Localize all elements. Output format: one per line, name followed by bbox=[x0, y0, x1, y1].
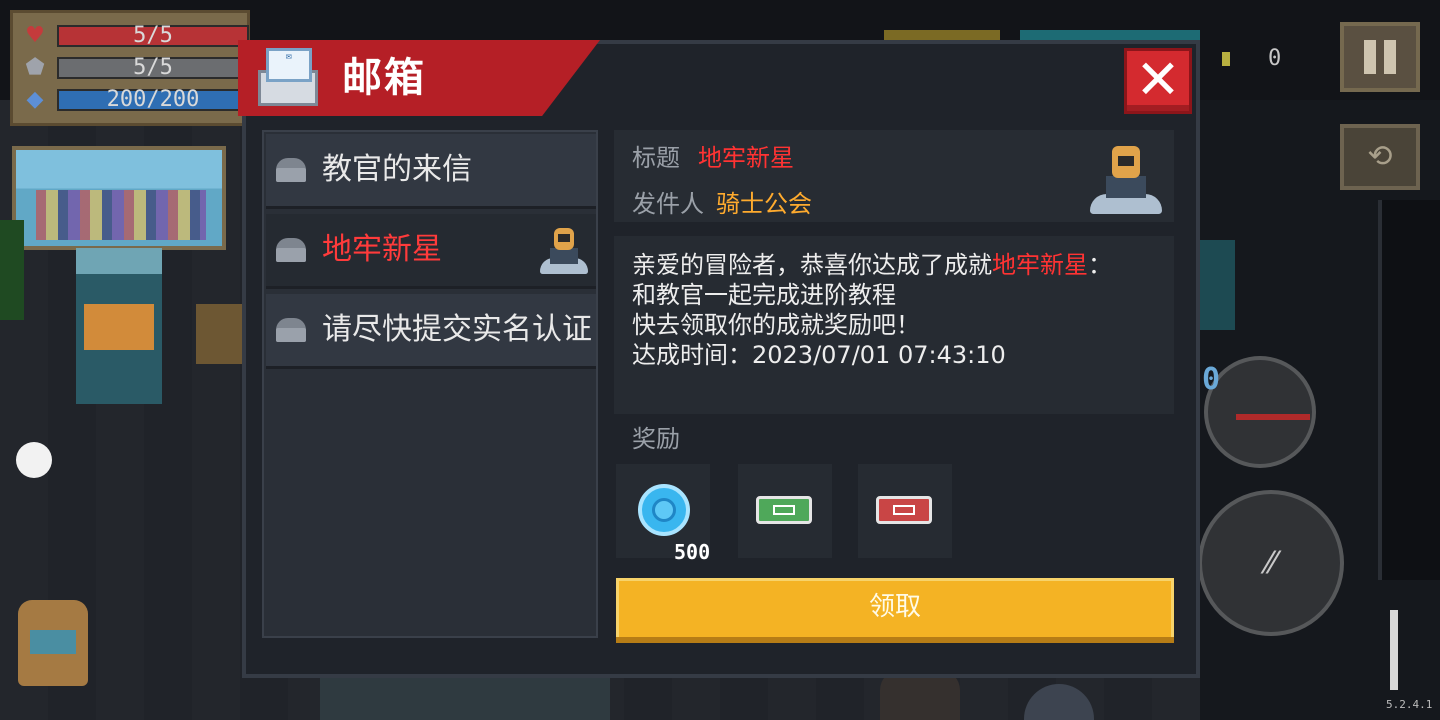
close-button[interactable]: ✕ bbox=[1124, 48, 1192, 114]
version-label: 5.2.4.1 bbox=[1386, 698, 1433, 711]
avatar-body bbox=[1106, 176, 1146, 198]
avatar-face bbox=[558, 234, 570, 242]
bottom-furniture bbox=[320, 678, 610, 720]
envelope-icon bbox=[276, 238, 306, 262]
avatar-face bbox=[1118, 156, 1134, 166]
health-bar: 5/5 bbox=[57, 25, 249, 47]
ammo-count: 0 bbox=[1202, 362, 1221, 397]
message-line: 快去领取你的成就奖励吧！ bbox=[632, 311, 920, 339]
machine-screen bbox=[84, 304, 154, 350]
scrollbar[interactable] bbox=[1390, 610, 1398, 690]
title-value: 地牢新星 bbox=[698, 144, 794, 172]
attack-button[interactable] bbox=[1204, 356, 1316, 468]
reward-slot bbox=[858, 464, 952, 558]
close-icon: ✕ bbox=[1135, 48, 1181, 111]
mail-item-instructor-letter[interactable]: 教官的来信 bbox=[266, 134, 596, 209]
mail-card: ✉ bbox=[266, 48, 312, 82]
reward-slot bbox=[738, 464, 832, 558]
reward-label: 奖励 bbox=[632, 425, 680, 453]
envelope-icon bbox=[276, 158, 306, 182]
page-title: 邮箱 bbox=[342, 55, 426, 101]
teal-block bbox=[1195, 240, 1235, 330]
mail-item-real-name[interactable]: 请尽快提交实名认证 bbox=[266, 294, 596, 369]
avatar-body bbox=[550, 248, 578, 264]
bear-npc bbox=[18, 600, 88, 686]
heart-icon: ♥ bbox=[25, 23, 45, 48]
sender-value: 骑士公会 bbox=[716, 190, 812, 218]
armor-row: ⬟ 5/5 bbox=[21, 55, 249, 81]
sender-avatar bbox=[1090, 146, 1162, 214]
sword-icon bbox=[1236, 414, 1310, 420]
crate bbox=[196, 304, 242, 364]
gem-coin-icon bbox=[638, 484, 690, 536]
gem-icon bbox=[1222, 52, 1230, 66]
message-line: 亲爱的冒险者，恭喜你达成了成就地牢新星： bbox=[632, 250, 1112, 280]
swap-weapon-icon: ⟲ bbox=[1367, 139, 1393, 174]
gem-counter: 0 bbox=[1222, 46, 1281, 76]
title-label: 标题 bbox=[632, 144, 680, 172]
gem-count: 0 bbox=[1268, 46, 1282, 71]
pause-icon bbox=[1384, 40, 1396, 74]
diamond-icon: ◆ bbox=[26, 87, 44, 112]
message-text: 亲爱的冒险者，恭喜你达成了成就 bbox=[632, 251, 992, 279]
sender-avatar bbox=[540, 228, 588, 274]
machine-top bbox=[76, 248, 162, 274]
mail-title-row: 标题 地牢新星 bbox=[632, 140, 794, 176]
sender-label: 发件人 bbox=[632, 190, 704, 218]
skill-icon: ⁄⁄ bbox=[1265, 546, 1277, 581]
message-text: ： bbox=[1088, 251, 1112, 279]
mail-message: 亲爱的冒险者，恭喜你达成了成就地牢新星： 和教官一起完成进阶教程 快去领取你的成… bbox=[614, 236, 1174, 414]
green-ticket-icon bbox=[756, 496, 812, 524]
mail-item-label: 请尽快提交实名认证 bbox=[322, 312, 592, 347]
arcade-machine bbox=[76, 248, 162, 404]
shield-icon: ⬟ bbox=[25, 55, 45, 80]
energy-bar: 200/200 bbox=[57, 89, 249, 111]
plant bbox=[0, 220, 24, 320]
pause-button[interactable] bbox=[1340, 22, 1420, 92]
pillar bbox=[1378, 200, 1440, 580]
mail-item-dungeon-star[interactable]: 地牢新星 bbox=[266, 214, 596, 289]
claim-button[interactable]: 领取 bbox=[616, 578, 1174, 643]
player-stats-panel: ♥ 5/5 ⬟ 5/5 ◆ 200/200 bbox=[10, 10, 250, 126]
message-line: 和教官一起完成进阶教程 bbox=[632, 281, 896, 309]
skill-button[interactable]: ⁄⁄ bbox=[1198, 490, 1344, 636]
mail-list: 教官的来信 地牢新星 请尽快提交实名认证 bbox=[262, 130, 598, 638]
armor-bar: 5/5 bbox=[57, 57, 249, 79]
mailbox-header: ✉ 邮箱 bbox=[238, 40, 600, 116]
joystick-knob[interactable] bbox=[16, 442, 52, 478]
reward-slot: 500 bbox=[616, 464, 710, 564]
mail-icon: ✉ bbox=[256, 46, 322, 108]
mail-item-label: 教官的来信 bbox=[322, 152, 472, 187]
bear-mask bbox=[30, 630, 76, 654]
pause-icon bbox=[1364, 40, 1376, 74]
mail-sender-row: 发件人 骑士公会 bbox=[632, 186, 812, 222]
reward-amount: 500 bbox=[674, 540, 711, 564]
energy-row: ◆ 200/200 bbox=[21, 87, 249, 113]
mail-detail-header: 标题 地牢新星 发件人 骑士公会 bbox=[614, 130, 1174, 222]
achievement-name: 地牢新星 bbox=[992, 251, 1088, 279]
swap-weapon-button[interactable]: ⟲ bbox=[1340, 124, 1420, 190]
red-ticket-icon bbox=[876, 496, 932, 524]
envelope-icon bbox=[276, 318, 306, 342]
wall-poster bbox=[12, 146, 226, 250]
achieved-time: 达成时间：2023/07/01 07:43:10 bbox=[632, 341, 1006, 369]
poster-characters bbox=[36, 190, 206, 240]
health-row: ♥ 5/5 bbox=[21, 23, 249, 49]
